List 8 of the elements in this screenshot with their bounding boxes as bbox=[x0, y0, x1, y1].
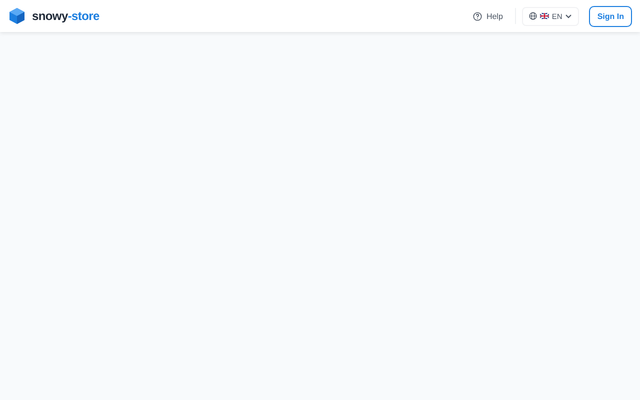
globe-icon bbox=[528, 12, 537, 20]
help-button[interactable]: Help bbox=[467, 8, 509, 24]
cube-logo-icon bbox=[8, 7, 26, 25]
flag-icon bbox=[540, 13, 549, 19]
chevron-down-icon bbox=[565, 14, 572, 18]
sign-in-button[interactable]: Sign In bbox=[589, 6, 632, 26]
brand-name: snowy-store bbox=[32, 9, 100, 23]
help-icon bbox=[473, 12, 482, 20]
